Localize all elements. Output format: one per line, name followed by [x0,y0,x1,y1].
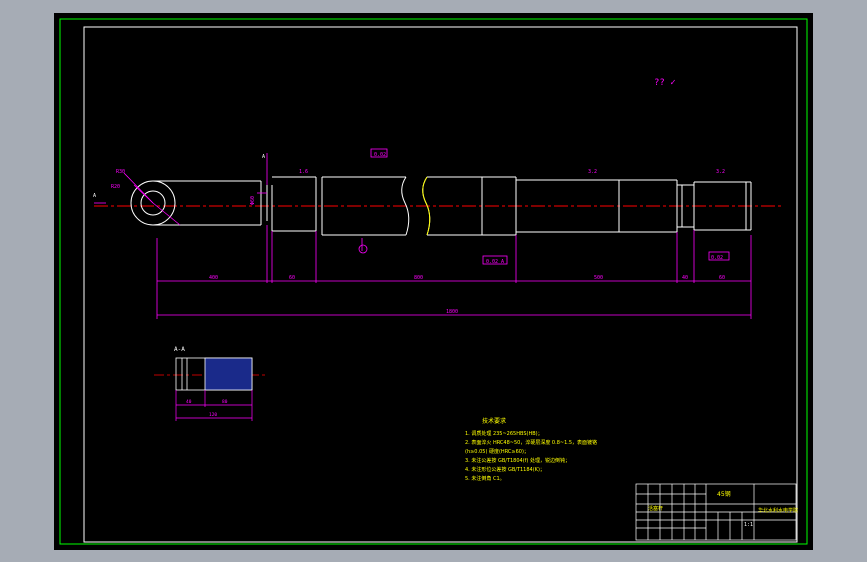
svg-text:500: 500 [594,275,603,281]
svg-text:3.2: 3.2 [588,169,597,175]
dimension-labels: 400 60 800 500 40 60 1800 Φ60 1.6 3.2 3.… [111,152,725,315]
svg-text:0.02 A: 0.02 A [486,259,504,265]
svg-text:80: 80 [222,399,228,405]
svg-text:Φ60: Φ60 [250,196,256,205]
tech-note-line: 5. 未注倒角 C1。 [465,475,505,482]
svg-text:1.6: 1.6 [299,169,308,175]
svg-text:A: A [262,154,265,160]
svg-text:40: 40 [186,399,192,405]
svg-text:400: 400 [209,275,218,281]
tech-note-line: 4. 未注形位公差按 GB/T1184(K)； [465,466,545,473]
svg-text:0.02: 0.02 [374,152,386,158]
title-block-material: 45钢 [717,490,731,498]
svg-text:3.2: 3.2 [716,169,725,175]
section-view: A-A 40 80 120 [154,346,268,421]
svg-text:0.02: 0.02 [711,255,723,261]
section-label: A-A [174,346,185,353]
tech-note-line: 2. 表面淬火 HRC48~50，淬硬层深度 0.8~1.5，表面镀铬 [465,439,597,446]
title-block-company: 华北水利水电学院 [758,507,798,514]
tech-note-line: 1. 调质处理 235~265HBS(HB)； [465,430,543,437]
drawing-sheet: 400 60 800 500 40 60 1800 Φ60 1.6 3.2 3.… [54,13,813,550]
svg-text:40: 40 [682,275,688,281]
section-hatch [204,357,253,391]
svg-text:60: 60 [289,275,295,281]
svg-text:60: 60 [719,275,725,281]
svg-text:R30: R30 [116,169,125,175]
outer-border [59,18,808,545]
title-block-scale: 1:1 [744,522,753,528]
svg-text:120: 120 [209,412,217,418]
cad-drawing: 400 60 800 500 40 60 1800 Φ60 1.6 3.2 3.… [59,18,808,545]
svg-text:1800: 1800 [446,309,458,315]
roughness-symbol: ?? ✓ [654,78,676,88]
svg-text:A: A [93,193,96,199]
svg-text:800: 800 [414,275,423,281]
dimensions [94,148,752,319]
title-block: 45钢 华北水利水电学院 活塞杆 1:1 [635,483,798,541]
tech-note-line: (h≥0.05) 硬度(HRC≥60)； [465,448,529,455]
tech-notes-title: 技术要求 [482,417,506,425]
tech-note-line: 3. 未注公差按 GB/T1804(f) 处理，锐边倒钝； [465,457,570,464]
title-block-part-name: 活塞杆 [648,505,663,512]
inner-border [83,26,798,543]
svg-text:R20: R20 [111,184,120,190]
tech-notes: 技术要求 1. 调质处理 235~265HBS(HB)； 2. 表面淬火 HRC… [465,417,597,482]
